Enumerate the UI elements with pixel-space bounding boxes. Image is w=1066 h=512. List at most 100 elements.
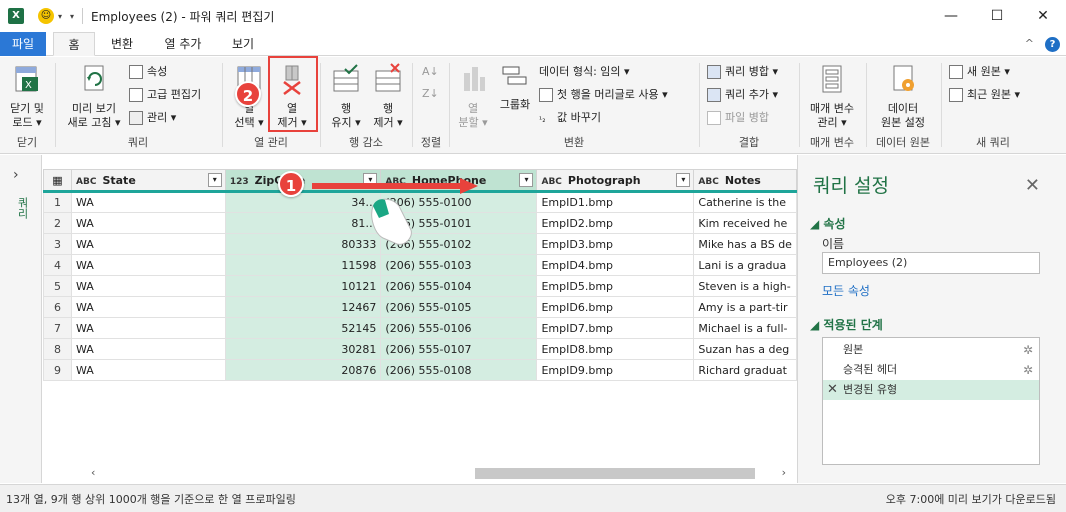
close-pane-icon[interactable]: ✕ (1025, 175, 1040, 196)
gear-icon[interactable]: ✲ (1023, 340, 1033, 360)
sort-descending-icon[interactable]: Z↓ (422, 85, 439, 103)
cell-photograph[interactable]: EmpID5.bmp (536, 275, 695, 297)
close-window-button[interactable]: ✕ (1020, 0, 1066, 32)
column-header-photograph[interactable]: ABC Photograph ▾ (536, 169, 695, 193)
cell-notes[interactable]: Suzan has a deg (693, 338, 797, 360)
cell-state[interactable]: WA (71, 212, 226, 234)
text-type-icon[interactable]: ABC (76, 177, 96, 187)
data-type-dropdown[interactable]: 데이터 형식: 임의 ▾ (539, 63, 630, 81)
recent-source-button[interactable]: 최근 원본 ▾ (949, 86, 1020, 104)
split-column-button[interactable]: 열 분할 ▾ (453, 63, 493, 130)
properties-section-header[interactable]: ◢ 속성 (810, 215, 846, 232)
cell-zipcode[interactable]: 10121 (224, 275, 382, 297)
cell-photograph[interactable]: EmpID8.bmp (536, 338, 695, 360)
column-header-notes[interactable]: ABC Notes (693, 169, 797, 193)
applied-steps-header[interactable]: ◢ 적용된 단계 (810, 316, 883, 333)
cell-homephone[interactable]: (206) 555-0107 (380, 338, 538, 360)
cell-photograph[interactable]: EmpID3.bmp (536, 233, 695, 255)
filter-dropdown-icon[interactable]: ▾ (676, 173, 691, 187)
step-source[interactable]: 원본 ✲ (823, 340, 1039, 360)
cell-zipcode[interactable]: 52145 (224, 317, 382, 339)
cell-state[interactable]: WA (71, 296, 226, 318)
table-row[interactable]: 7 WA 52145 (206) 555-0106 EmpID7.bmp Michael … (42, 317, 797, 339)
group-by-button[interactable]: 그룹화 (493, 63, 537, 112)
use-first-row-header-button[interactable]: 첫 행을 머리글로 사용 ▾ (539, 86, 668, 104)
cell-notes[interactable]: Amy is a part-tir (693, 296, 797, 318)
cell-notes[interactable]: Catherine is the (693, 191, 797, 213)
cell-state[interactable]: WA (71, 254, 226, 276)
append-queries-button[interactable]: 쿼리 추가 ▾ (707, 86, 778, 104)
cell-homephone[interactable]: (206) 555-0103 (380, 254, 538, 276)
horizontal-scrollbar[interactable]: ‹ › (87, 466, 790, 480)
table-menu-icon[interactable]: ▦ (42, 169, 73, 193)
cell-state[interactable]: WA (71, 233, 226, 255)
tab-add-column[interactable]: 열 추가 (152, 32, 214, 56)
cell-state[interactable]: WA (71, 317, 226, 339)
cell-photograph[interactable]: EmpID9.bmp (536, 359, 695, 381)
table-row[interactable]: 1 WA 34… (206) 555-0100 EmpID1.bmp Catherine … (42, 191, 797, 213)
cell-notes[interactable]: Michael is a full- (693, 317, 797, 339)
smiley-dropdown-icon[interactable]: ▾ (58, 12, 62, 21)
all-properties-link[interactable]: 모든 속성 (822, 282, 870, 299)
minimize-button[interactable]: — (928, 0, 974, 32)
cell-notes[interactable]: Lani is a gradua (693, 254, 797, 276)
cell-zipcode[interactable]: 80333 (224, 233, 382, 255)
tab-file[interactable]: 파일 (0, 32, 46, 56)
cell-zipcode[interactable]: 11598 (224, 254, 382, 276)
table-row[interactable]: 8 WA 30281 (206) 555-0107 EmpID8.bmp Suzan ha… (42, 338, 797, 360)
query-name-input[interactable]: Employees (2) (822, 252, 1040, 274)
filter-dropdown-icon[interactable]: ▾ (207, 173, 222, 187)
cell-photograph[interactable]: EmpID1.bmp (536, 191, 695, 213)
cell-zipcode[interactable]: 30281 (224, 338, 382, 360)
cell-photograph[interactable]: EmpID7.bmp (536, 317, 695, 339)
table-row[interactable]: 5 WA 10121 (206) 555-0104 EmpID5.bmp Steven i… (42, 275, 797, 297)
table-row[interactable]: 2 WA 81… (206) 555-0101 EmpID2.bmp Kim receiv… (42, 212, 797, 234)
table-row[interactable]: 9 WA 20876 (206) 555-0108 EmpID9.bmp Richard … (42, 359, 797, 381)
remove-rows-button[interactable]: 행 제거 ▾ (366, 63, 410, 130)
tab-home[interactable]: 홈 (53, 32, 95, 56)
cell-notes[interactable]: Richard graduat (693, 359, 797, 381)
keep-rows-button[interactable]: 행 유지 ▾ (324, 63, 368, 130)
replace-values-button[interactable]: ¹₂ 값 바꾸기 (539, 109, 601, 127)
gear-icon[interactable]: ✲ (1023, 360, 1033, 380)
cell-homephone[interactable]: (206) 555-0106 (380, 317, 538, 339)
collapse-ribbon-icon[interactable]: ^ (1025, 37, 1034, 50)
sort-ascending-icon[interactable]: A↓ (422, 63, 439, 81)
help-icon[interactable]: ? (1045, 37, 1060, 52)
cell-state[interactable]: WA (71, 191, 226, 213)
smiley-feedback-icon[interactable]: ☺ (38, 8, 54, 24)
cell-notes[interactable]: Steven is a high- (693, 275, 797, 297)
cell-notes[interactable]: Mike has a BS de (693, 233, 797, 255)
combine-files-button[interactable]: 파일 병합 (707, 109, 769, 127)
step-changed-type[interactable]: ✕ 변경된 유형 (823, 380, 1039, 400)
properties-button[interactable]: 속성 (129, 63, 167, 81)
text-type-icon[interactable]: ABC (541, 177, 561, 187)
cell-zipcode[interactable]: 20876 (224, 359, 382, 381)
cell-homephone[interactable]: (206) 555-0104 (380, 275, 538, 297)
cell-homephone[interactable]: (206) 555-0108 (380, 359, 538, 381)
filter-dropdown-icon[interactable]: ▾ (519, 173, 534, 187)
tab-view[interactable]: 보기 (220, 32, 266, 56)
refresh-preview-button[interactable]: 미리 보기 새로 고침 ▾ (61, 63, 127, 130)
cell-state[interactable]: WA (71, 275, 226, 297)
scrollbar-thumb[interactable] (475, 468, 755, 479)
cell-photograph[interactable]: EmpID2.bmp (536, 212, 695, 234)
advanced-editor-button[interactable]: 고급 편집기 (129, 86, 201, 104)
cell-photograph[interactable]: EmpID6.bmp (536, 296, 695, 318)
data-source-settings-button[interactable]: 데이터 원본 설정 (870, 63, 936, 130)
cell-zipcode[interactable]: 12467 (224, 296, 382, 318)
cell-notes[interactable]: Kim received he (693, 212, 797, 234)
tab-transform[interactable]: 변환 (100, 32, 144, 56)
table-row[interactable]: 4 WA 11598 (206) 555-0103 EmpID4.bmp Lani is … (42, 254, 797, 276)
manage-button[interactable]: 관리 ▾ (129, 109, 176, 127)
number-type-icon[interactable]: 123 (230, 177, 249, 187)
cell-state[interactable]: WA (71, 359, 226, 381)
close-load-button[interactable]: X 닫기 및 로드 ▾ (2, 63, 52, 130)
new-source-button[interactable]: 새 원본 ▾ (949, 63, 1010, 81)
column-header-state[interactable]: ABC State ▾ (71, 169, 226, 193)
cell-zipcode[interactable]: 81… (224, 212, 382, 234)
expand-queries-icon[interactable]: › (13, 167, 19, 183)
scroll-left-icon[interactable]: ‹ (91, 466, 95, 479)
maximize-button[interactable]: ☐ (974, 0, 1020, 32)
queries-pane-label[interactable]: 쿼리 (14, 197, 30, 219)
